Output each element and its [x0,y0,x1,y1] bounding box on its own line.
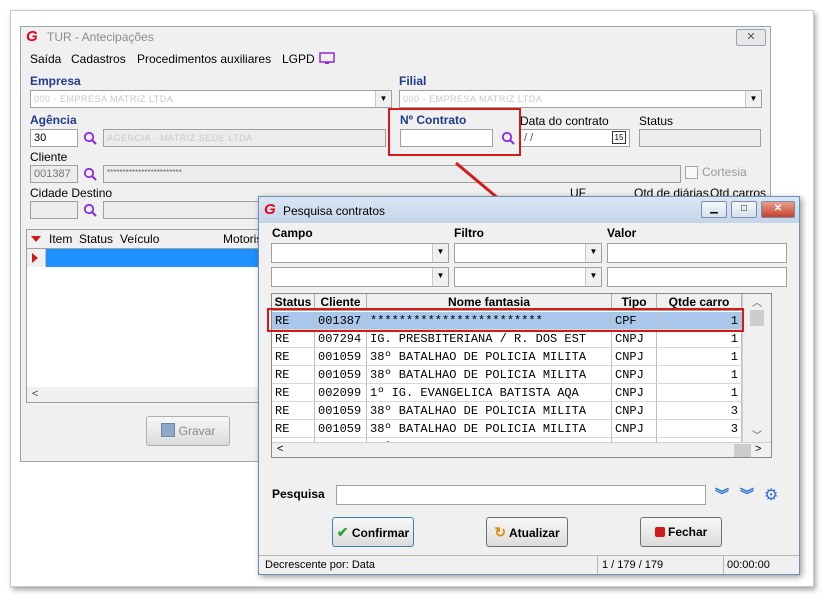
filtro-label: Filtro [454,226,484,240]
table-horizontal-scrollbar[interactable]: < > [272,442,771,457]
cell-qtde: 3 [657,402,742,420]
cell-status: RE [272,348,315,366]
table-row[interactable]: RE 007294 IG. PRESBITERIANA / R. DOS EST CN… [272,330,742,348]
double-chevron-down-underline-icon[interactable]: ︾ [740,485,754,505]
scroll-down-icon[interactable]: ﹀ [743,427,771,442]
h-scroll-thumb[interactable] [734,444,751,457]
cell-tipo: CNPJ [612,330,657,348]
selected-row-highlight [267,308,744,332]
pesquisa-label: Pesquisa [272,487,325,501]
status-order: Decrescente por: Data [265,559,376,571]
table-row[interactable]: RE00105938º BATALHAO DE POLICIA MILITACN… [272,366,742,384]
dialog-close-button[interactable]: ✕ [761,201,795,218]
chevron-down-icon[interactable]: ▼ [432,244,448,262]
cell-cliente: 001059 [315,348,367,366]
campo-label: Campo [272,226,313,240]
cell-cliente: 001059 [315,420,367,438]
table-row[interactable]: RE00105938º BATALHAO DE POLICIA MILITACN… [272,348,742,366]
atualizar-label: Atualizar [508,526,560,540]
cell-status: RE [272,330,315,348]
valor-input-2[interactable] [607,267,787,287]
confirmar-button[interactable]: ✔ Confirmar [332,517,414,547]
cell-nome: 38º BATALHAO DE POLICIA MILITA [367,420,612,438]
scroll-right-icon[interactable]: > [755,443,761,455]
table-row[interactable]: RE00105938º BATALHAO DE POLICIA MILITACN… [272,420,742,438]
status-divider [597,556,598,574]
cell-status: RE [272,366,315,384]
cell-nome: 38º BATALHAO DE POLICIA MILITA [367,348,612,366]
atualizar-button[interactable]: ↻ Atualizar [486,517,568,547]
lock-icon [654,527,665,537]
cell-qtde: 1 [657,330,742,348]
scroll-up-icon[interactable]: ︿ [743,294,771,309]
cell-nome: 1º IG. EVANGELICA BATISTA AQA [367,384,612,402]
chevron-down-icon[interactable]: ▼ [585,244,601,262]
timer: 00:00:00 [727,559,770,571]
refresh-icon: ↻ [494,524,507,540]
valor-label: Valor [607,226,637,240]
fechar-button[interactable]: Fechar [640,517,722,547]
gear-icon[interactable]: ⚙ [764,485,778,505]
cell-cliente: 002099 [315,384,367,402]
cell-tipo: CNPJ [612,420,657,438]
cell-nome: IG. PRESBITERIANA / R. DOS EST [367,330,612,348]
cell-cliente: 001059 [315,366,367,384]
cell-status: RE [272,402,315,420]
app-logo-icon: G [264,201,276,218]
maximize-button[interactable]: □ [731,201,757,218]
campo-select-2[interactable]: ▼ [271,267,449,287]
cell-cliente: 007294 [315,330,367,348]
campo-select-1[interactable]: ▼ [271,243,449,263]
pesquisa-input[interactable] [336,485,706,505]
confirmar-label: Confirmar [351,526,410,540]
record-position: 1 / 179 / 179 [602,559,664,571]
table-row[interactable]: RE 002099 1º IG. EVANGELICA BATISTA AQA CN… [272,384,742,402]
cell-status: RE [272,384,315,402]
cell-qtde: 1 [657,384,742,402]
minimize-button[interactable]: ▁ [701,201,727,218]
status-divider [723,556,724,574]
filtro-select-2[interactable]: ▼ [454,267,602,287]
scroll-thumb[interactable] [750,310,764,326]
cell-qtde: 3 [657,420,742,438]
cell-tipo: CNPJ [612,384,657,402]
double-chevron-down-icon[interactable]: ︾ [715,485,729,505]
dialog-title: Pesquisa contratos [283,204,386,218]
chevron-down-icon[interactable]: ▼ [432,268,448,286]
cell-tipo: CNPJ [612,348,657,366]
cell-cliente: 001059 [315,402,367,420]
dialog-statusbar: Decrescente por: Data 1 / 179 / 179 00:0… [259,555,799,574]
table-row[interactable]: RE00105938º BATALHAO DE POLICIA MILITACN… [272,402,742,420]
scroll-left-icon[interactable]: < [277,443,283,455]
cell-nome: 38º BATALHAO DE POLICIA MILITA [367,366,612,384]
filtro-select-1[interactable]: ▼ [454,243,602,263]
check-icon: ✔ [336,524,349,540]
cell-status: RE [272,420,315,438]
vertical-scrollbar[interactable]: ︿ ﹀ [742,294,771,442]
cell-nome: 38º BATALHAO DE POLICIA MILITA [367,402,612,420]
valor-input-1[interactable] [607,243,787,263]
pesquisa-dialog: G Pesquisa contratos ▁ □ ✕ Campo Filtro … [258,196,800,575]
cell-qtde: 1 [657,348,742,366]
cell-qtde: 1 [657,366,742,384]
cell-tipo: CNPJ [612,402,657,420]
fechar-label: Fechar [667,525,708,539]
chevron-down-icon[interactable]: ▼ [585,268,601,286]
dialog-titlebar: G Pesquisa contratos ▁ □ ✕ [259,197,799,223]
cell-tipo: CNPJ [612,366,657,384]
